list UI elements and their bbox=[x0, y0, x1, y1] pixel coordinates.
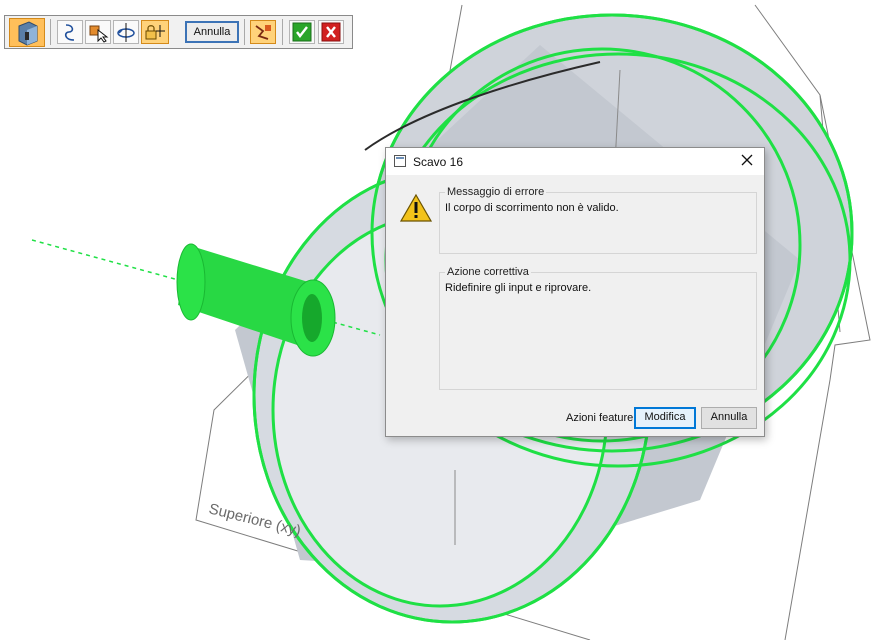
window-icon bbox=[394, 155, 406, 167]
lock-extent-icon bbox=[145, 25, 165, 40]
feature-type-icon bbox=[18, 21, 38, 46]
cancel-feature-button[interactable] bbox=[318, 20, 344, 44]
close-icon[interactable] bbox=[740, 153, 754, 167]
dialog-cancel-button[interactable]: Annulla bbox=[701, 407, 757, 429]
treatment-button[interactable] bbox=[250, 20, 276, 44]
cancel-x-icon bbox=[321, 22, 341, 42]
select-face-icon bbox=[89, 25, 109, 43]
feature-type-button[interactable] bbox=[9, 18, 45, 47]
revolve-axis-icon bbox=[117, 23, 135, 42]
profile-step-icon bbox=[64, 24, 75, 41]
profile-step-button[interactable] bbox=[57, 20, 83, 44]
warning-icon bbox=[400, 193, 432, 222]
finish-button[interactable] bbox=[289, 20, 315, 44]
error-dialog: Scavo 16 Messaggio di errore Il corpo di… bbox=[385, 147, 765, 437]
fix-caption: Azione correttiva bbox=[445, 266, 531, 278]
treatment-icon bbox=[255, 25, 271, 40]
lock-extent-button[interactable] bbox=[141, 20, 169, 44]
error-caption: Messaggio di errore bbox=[445, 186, 547, 198]
dialog-title: Scavo 16 bbox=[413, 155, 464, 169]
error-message-group: Messaggio di errore Il corpo di scorrime… bbox=[439, 186, 757, 256]
dialog-titlebar[interactable]: Scavo 16 bbox=[386, 148, 764, 175]
corrective-action-group: Azione correttiva Ridefinire gli input e… bbox=[439, 266, 757, 392]
finish-check-icon bbox=[292, 22, 312, 42]
fix-text: Ridefinire gli input e riprovare. bbox=[445, 282, 592, 294]
modify-button[interactable]: Modifica bbox=[634, 407, 696, 429]
error-text: Il corpo di scorrimento non è valido. bbox=[445, 202, 619, 214]
revolve-axis-button[interactable] bbox=[113, 20, 139, 44]
select-face-button[interactable] bbox=[85, 20, 111, 44]
feature-toolbar: Annulla bbox=[4, 15, 353, 49]
toolbar-cancel-button[interactable]: Annulla bbox=[185, 21, 239, 43]
feature-actions-label: Azioni feature: bbox=[566, 412, 637, 424]
